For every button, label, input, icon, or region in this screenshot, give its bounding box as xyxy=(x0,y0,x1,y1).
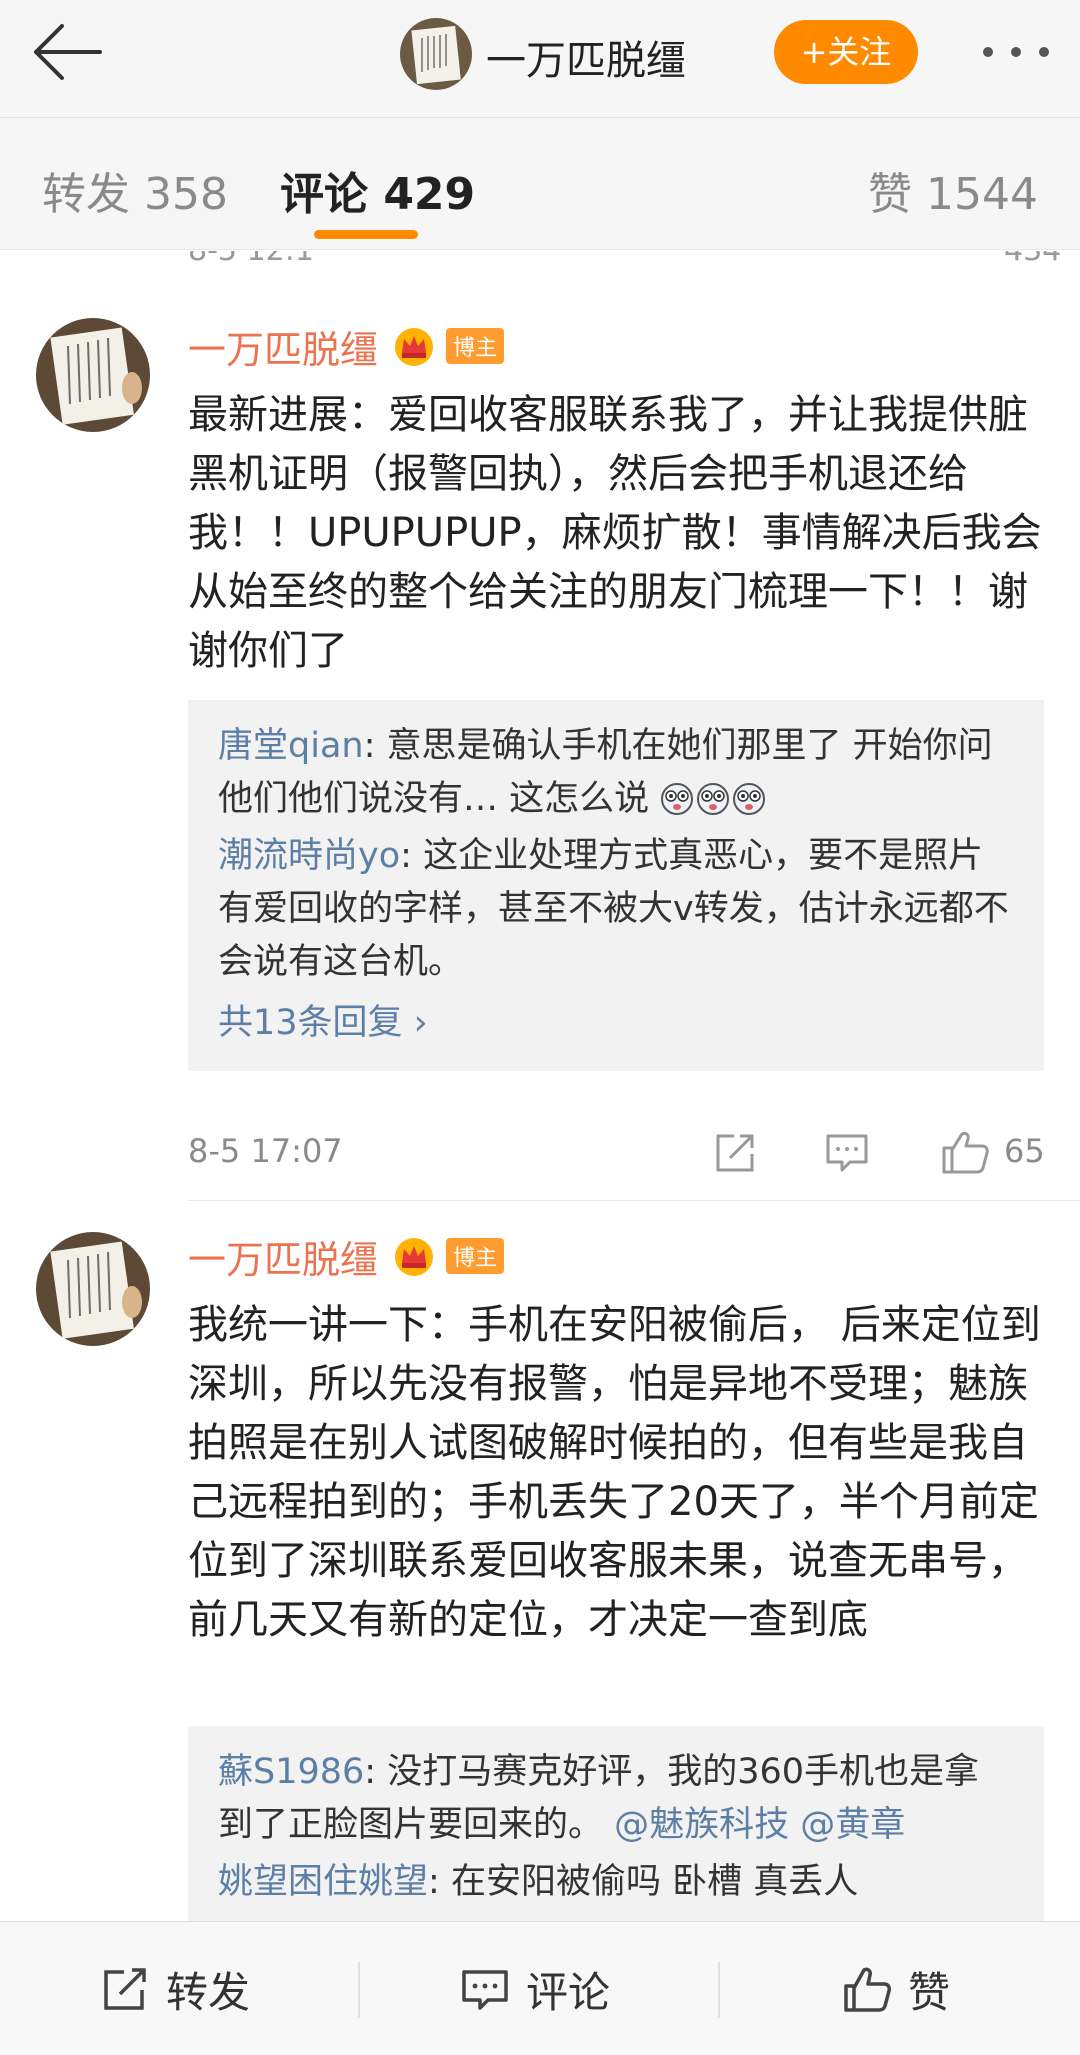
prev-like-count: 434 xyxy=(1004,251,1061,268)
blogger-badge: 博主 xyxy=(446,1238,505,1274)
bottom-action-bar: 转发 评论 赞 xyxy=(0,1921,1080,2055)
repost-button[interactable]: 转发 xyxy=(100,1922,250,2055)
top-nav-bar: 一万匹脱缰 +关注 xyxy=(0,0,1080,118)
crown-icon xyxy=(395,1238,434,1276)
comment-time: 8-5 17:07 xyxy=(188,1132,343,1170)
reply-author[interactable]: 潮流時尚yo xyxy=(218,836,400,876)
like-icon xyxy=(844,1967,891,2012)
commenter-name[interactable]: 一万匹脱缰 xyxy=(188,319,378,374)
reply-item[interactable]: 潮流時尚yo: 这企业处理方式真恶心，要不是照片有爱回收的字样，甚至不被大v转发… xyxy=(218,830,1014,989)
comment-icon[interactable] xyxy=(824,1128,870,1176)
active-tab-indicator xyxy=(314,230,418,239)
reply-author[interactable]: 唐堂qian xyxy=(218,726,364,766)
reply-item[interactable]: 姚望困住姚望: 在安阳被偷吗 卧槽 真丢人 xyxy=(218,1856,1014,1909)
like-label: 赞 xyxy=(908,1967,951,2017)
reply-text: 在安阳被偷吗 卧槽 真丢人 xyxy=(450,1862,859,1902)
tab-repost[interactable]: 转发 358 xyxy=(42,158,228,222)
back-arrow-icon[interactable] xyxy=(28,20,108,84)
like-icon[interactable] xyxy=(940,1128,990,1176)
reply-item[interactable]: 唐堂qian: 意思是确认手机在她们那里了 开始你问他们他们说没有… 这怎么说 xyxy=(218,720,1014,826)
view-more-replies-link[interactable]: 共13条回复 › xyxy=(218,993,1014,1053)
commenter-avatar[interactable] xyxy=(36,318,150,432)
emoji-icon xyxy=(733,783,766,815)
reply-author[interactable]: 蘇S1986 xyxy=(218,1752,364,1792)
comment-text: 最新进展：爱回收客服联系我了，并让我提供脏黑机证明（报警回执），然后会把手机退还… xyxy=(188,392,1042,674)
tab-comment[interactable]: 评论 429 xyxy=(280,158,475,222)
more-dots-icon[interactable] xyxy=(980,38,1052,66)
reply-box[interactable]: 蘇S1986: 没打马赛克好评，我的360手机也是拿到了正脸图片要回来的。 @魅… xyxy=(188,1726,1044,1926)
repost-icon[interactable] xyxy=(712,1128,758,1176)
commenter-name[interactable]: 一万匹脱缰 xyxy=(188,1229,378,1284)
repost-icon xyxy=(104,1968,146,2010)
reply-item[interactable]: 蘇S1986: 没打马赛克好评，我的360手机也是拿到了正脸图片要回来的。 @魅… xyxy=(218,1746,1014,1852)
comment-icon xyxy=(462,1970,508,2010)
tab-bar: 转发 358 评论 429 赞 1544 xyxy=(0,118,1080,250)
page-title: 一万匹脱缰 xyxy=(486,38,686,84)
commenter-avatar[interactable] xyxy=(36,1232,150,1346)
comment-meta-row: 8-5 17:07 65 xyxy=(188,1128,1048,1178)
comment-label: 评论 xyxy=(526,1967,611,2017)
separator xyxy=(358,1962,360,2018)
author-avatar[interactable] xyxy=(400,18,472,90)
divider xyxy=(188,1200,1080,1201)
tab-like[interactable]: 赞 1544 xyxy=(868,158,1038,222)
like-button[interactable]: 赞 xyxy=(842,1922,950,2055)
emoji-icon xyxy=(697,783,730,815)
prev-time: 8-5 12:1 xyxy=(188,251,314,268)
reply-box[interactable]: 唐堂qian: 意思是确认手机在她们那里了 开始你问他们他们说没有… 这怎么说 … xyxy=(188,700,1044,1071)
repost-label: 转发 xyxy=(166,1967,251,2017)
reply-author[interactable]: 姚望困住姚望 xyxy=(218,1862,428,1902)
mention-link[interactable]: @魅族科技 @黄章 xyxy=(603,1805,905,1845)
emoji-icon xyxy=(661,783,694,815)
crown-icon xyxy=(395,328,434,366)
separator xyxy=(718,1962,720,2018)
comment-button[interactable]: 评论 xyxy=(460,1922,610,2055)
like-count: 65 xyxy=(1004,1132,1045,1170)
blogger-badge: 博主 xyxy=(446,328,505,364)
comment-text: 我统一讲一下：手机在安阳被偷后， 后来定位到深圳，所以先没有报警，怕是异地不受理… xyxy=(188,1302,1041,1643)
follow-button[interactable]: +关注 xyxy=(774,20,918,84)
previous-comment-remnant: 8-5 12:1 434 xyxy=(0,251,1080,269)
